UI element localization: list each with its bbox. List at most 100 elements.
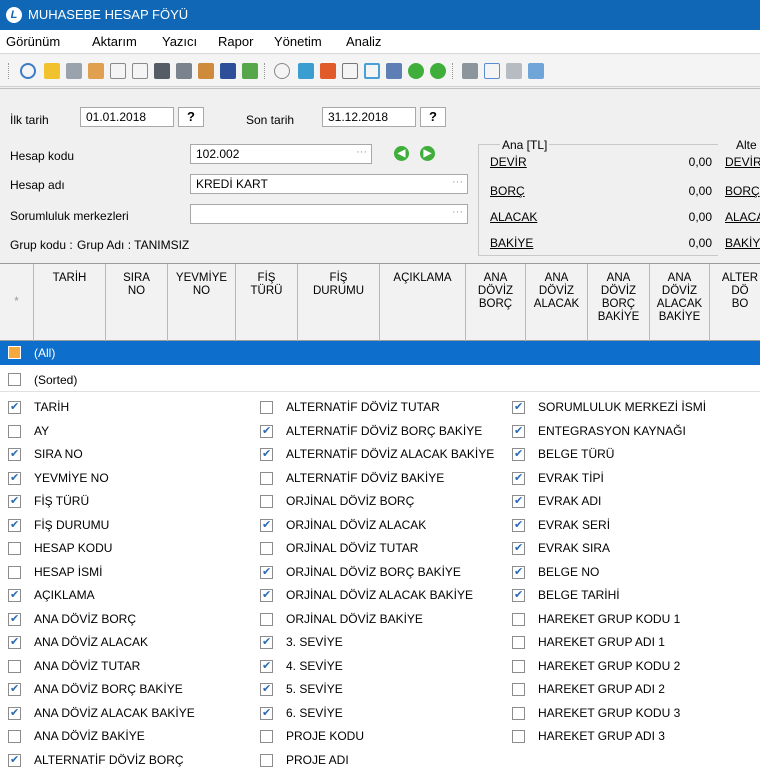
column-checkbox[interactable] bbox=[260, 472, 273, 485]
summary-alt-devir-link[interactable]: DEVİR bbox=[725, 155, 760, 169]
column-checkbox[interactable] bbox=[512, 636, 525, 649]
column-header[interactable]: ANA DÖVİZ ALACAK bbox=[526, 264, 588, 341]
column-checkbox[interactable] bbox=[260, 518, 273, 532]
column-checkbox-label[interactable]: HAREKET GRUP ADI 2 bbox=[538, 682, 665, 696]
summary-alt-alacak-link[interactable]: ALACA bbox=[725, 210, 760, 224]
column-header[interactable]: ANA DÖVİZ BORÇ bbox=[466, 264, 526, 341]
column-checkbox-label[interactable]: 3. SEVİYE bbox=[286, 635, 343, 649]
prev-icon[interactable] bbox=[408, 63, 424, 79]
start-date-input[interactable]: 01.01.2018 bbox=[80, 107, 174, 127]
refresh-icon[interactable] bbox=[20, 63, 36, 79]
column-checkbox-label[interactable]: SIRA NO bbox=[34, 447, 83, 461]
menu-aktarim[interactable]: Aktarım bbox=[92, 34, 137, 49]
preview-icon[interactable] bbox=[484, 63, 500, 79]
print-icon[interactable] bbox=[462, 63, 478, 79]
column-checkbox-label[interactable]: AY bbox=[34, 424, 49, 438]
column-checkbox[interactable] bbox=[512, 683, 525, 696]
column-checkbox[interactable] bbox=[8, 542, 21, 555]
column-checkbox[interactable] bbox=[8, 566, 21, 579]
stop-icon[interactable] bbox=[66, 63, 82, 79]
column-checkbox-label[interactable]: ORJİNAL DÖVİZ BAKİYE bbox=[286, 612, 423, 626]
save-icon[interactable] bbox=[220, 63, 236, 79]
column-checkbox[interactable] bbox=[512, 707, 525, 720]
column-checkbox[interactable] bbox=[8, 588, 21, 602]
column-checkbox-label[interactable]: PROJE ADI bbox=[286, 753, 349, 767]
column-checkbox[interactable] bbox=[260, 659, 273, 673]
column-checkbox-label[interactable]: ORJİNAL DÖVİZ BORÇ bbox=[286, 494, 414, 508]
menu-yonetim[interactable]: Yönetim bbox=[274, 34, 322, 49]
column-header[interactable]: SIRA NO bbox=[106, 264, 168, 341]
column-checkbox-label[interactable]: HESAP KODU bbox=[34, 541, 112, 555]
column-checkbox-label[interactable]: HAREKET GRUP ADI 1 bbox=[538, 635, 665, 649]
column-checkbox-label[interactable]: FİŞ TÜRÜ bbox=[34, 494, 89, 508]
column-checkbox-label[interactable]: ENTEGRASYON KAYNAĞI bbox=[538, 424, 686, 438]
all-checkbox[interactable] bbox=[8, 346, 21, 359]
next-account-icon[interactable]: ▶ bbox=[420, 146, 435, 161]
all-row[interactable]: (All) bbox=[0, 341, 760, 365]
column-checkbox[interactable] bbox=[512, 565, 525, 579]
column-checkbox[interactable] bbox=[8, 425, 21, 438]
column-header[interactable]: TARİH bbox=[34, 264, 106, 341]
start-date-lookup-button[interactable]: ? bbox=[178, 107, 204, 127]
account-name-input[interactable]: KREDİ KART ··· bbox=[190, 174, 468, 194]
column-checkbox-label[interactable]: ORJİNAL DÖVİZ ALACAK bbox=[286, 518, 426, 532]
grid-icon[interactable] bbox=[88, 63, 104, 79]
pin-icon[interactable] bbox=[44, 63, 60, 79]
column-checkbox[interactable] bbox=[8, 682, 21, 696]
column-checkbox[interactable] bbox=[512, 518, 525, 532]
column-checkbox-label[interactable]: TARİH bbox=[34, 400, 69, 414]
column-checkbox[interactable] bbox=[512, 447, 525, 461]
summary-devir-link[interactable]: DEVİR bbox=[490, 155, 527, 169]
pencil-icon[interactable] bbox=[386, 63, 402, 79]
column-checkbox-label[interactable]: HESAP İSMİ bbox=[34, 565, 102, 579]
column-checkbox-label[interactable]: PROJE KODU bbox=[286, 729, 364, 743]
view-icon[interactable] bbox=[298, 63, 314, 79]
column-checkbox[interactable] bbox=[8, 471, 21, 485]
column-checkbox-label[interactable]: AÇIKLAMA bbox=[34, 588, 95, 602]
column-checkbox-label[interactable]: BELGE TÜRÜ bbox=[538, 447, 614, 461]
column-checkbox[interactable] bbox=[8, 660, 21, 673]
column-checkbox-label[interactable]: SORUMLULUK MERKEZİ İSMİ bbox=[538, 400, 706, 414]
column-checkbox-label[interactable]: BELGE NO bbox=[538, 565, 599, 579]
export-icon[interactable] bbox=[506, 63, 522, 79]
column-checkbox[interactable] bbox=[512, 541, 525, 555]
prev-account-icon[interactable]: ◀ bbox=[394, 146, 409, 161]
column-header[interactable]: YEVMİYE NO bbox=[168, 264, 236, 341]
column-checkbox[interactable] bbox=[512, 588, 525, 602]
column-header[interactable]: ANA DÖVİZ ALACAK BAKİYE bbox=[650, 264, 710, 341]
column-checkbox[interactable] bbox=[260, 495, 273, 508]
column-checkbox-label[interactable]: ALTERNATİF DÖVİZ BORÇ bbox=[34, 753, 184, 767]
column-checkbox-label[interactable]: EVRAK SERİ bbox=[538, 518, 610, 532]
column-checkbox[interactable] bbox=[512, 730, 525, 743]
column-checkbox[interactable] bbox=[260, 682, 273, 696]
column-checkbox-label[interactable]: HAREKET GRUP ADI 3 bbox=[538, 729, 665, 743]
column-checkbox[interactable] bbox=[260, 401, 273, 414]
column-header[interactable]: FİŞ DURUMU bbox=[298, 264, 380, 341]
column-checkbox-label[interactable]: ALTERNATİF DÖVİZ BAKİYE bbox=[286, 471, 444, 485]
column-checkbox-label[interactable]: ANA DÖVİZ TUTAR bbox=[34, 659, 140, 673]
sorted-checkbox[interactable] bbox=[8, 373, 21, 386]
column-checkbox-label[interactable]: EVRAK SIRA bbox=[538, 541, 610, 555]
summary-alt-borc-link[interactable]: BORÇ bbox=[725, 184, 760, 198]
column-checkbox[interactable] bbox=[260, 613, 273, 626]
column-checkbox-label[interactable]: HAREKET GRUP KODU 1 bbox=[538, 612, 680, 626]
column-checkbox[interactable] bbox=[260, 706, 273, 720]
column-checkbox[interactable] bbox=[260, 447, 273, 461]
column-checkbox[interactable] bbox=[260, 730, 273, 743]
calendar-icon[interactable] bbox=[320, 63, 336, 79]
column-checkbox-label[interactable]: ANA DÖVİZ BAKİYE bbox=[34, 729, 145, 743]
summary-borc-link[interactable]: BORÇ bbox=[490, 184, 525, 198]
table-icon[interactable] bbox=[198, 63, 214, 79]
column-checkbox-label[interactable]: YEVMİYE NO bbox=[34, 471, 109, 485]
column-checkbox[interactable] bbox=[8, 518, 21, 532]
column-checkbox[interactable] bbox=[512, 613, 525, 626]
next-icon[interactable] bbox=[430, 63, 446, 79]
tool-icon[interactable] bbox=[242, 63, 258, 79]
column-checkbox[interactable] bbox=[8, 447, 21, 461]
edit-icon[interactable] bbox=[364, 63, 380, 79]
menu-gorunum[interactable]: Görünüm bbox=[6, 34, 60, 49]
column-checkbox[interactable] bbox=[512, 660, 525, 673]
filter-icon[interactable] bbox=[274, 63, 290, 79]
column-checkbox-label[interactable]: ALTERNATİF DÖVİZ BORÇ BAKİYE bbox=[286, 424, 482, 438]
tree-icon[interactable] bbox=[110, 63, 126, 79]
